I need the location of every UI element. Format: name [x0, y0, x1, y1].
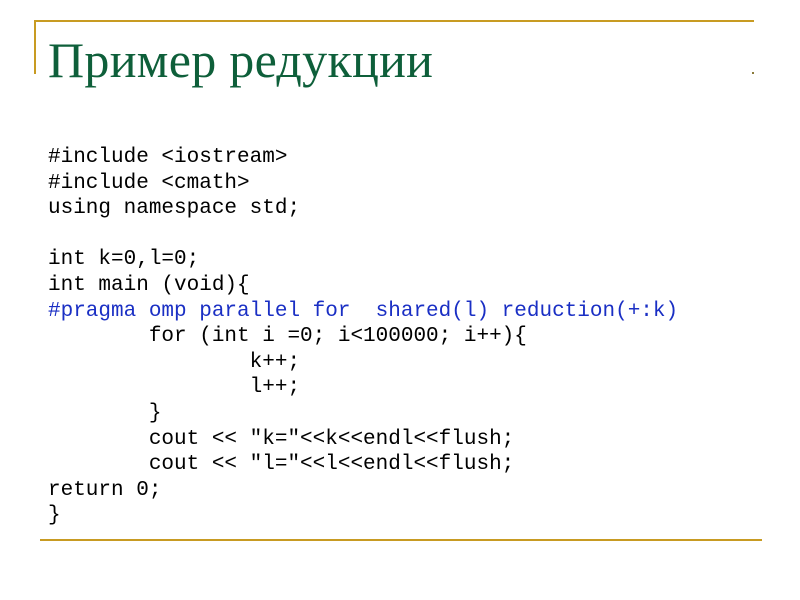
code-line-main-signature: int main (void){ — [48, 273, 250, 297]
slide-title: Пример редукции — [48, 32, 434, 88]
code-line-return: return 0; — [48, 478, 162, 502]
title-left-rule — [34, 20, 36, 74]
title-top-rule — [34, 20, 754, 22]
title-corner-dot — [752, 72, 754, 74]
code-line-pragma: #pragma omp parallel for shared(l) reduc… — [48, 299, 679, 323]
code-block: #include <iostream> #include <cmath> usi… — [48, 145, 678, 529]
footer-rule — [40, 539, 762, 541]
code-line-include-cmath: #include <cmath> — [48, 171, 250, 195]
code-line-cout-l: cout << "l="<<l<<endl<<flush; — [48, 453, 515, 477]
code-line-for-loop: for (int i =0; i<100000; i++){ — [48, 325, 527, 349]
code-line-loop-close: } — [48, 401, 162, 425]
code-line-main-close: } — [48, 504, 61, 528]
code-line-cout-k: cout << "k="<<k<<endl<<flush; — [48, 427, 515, 451]
code-line-var-decl: int k=0,l=0; — [48, 248, 200, 272]
code-line-using-namespace: using namespace std; — [48, 197, 301, 221]
code-line-include-iostream: #include <iostream> — [48, 146, 288, 169]
code-line-l-increment: l++; — [48, 376, 301, 400]
code-line-k-increment: k++; — [48, 350, 301, 374]
